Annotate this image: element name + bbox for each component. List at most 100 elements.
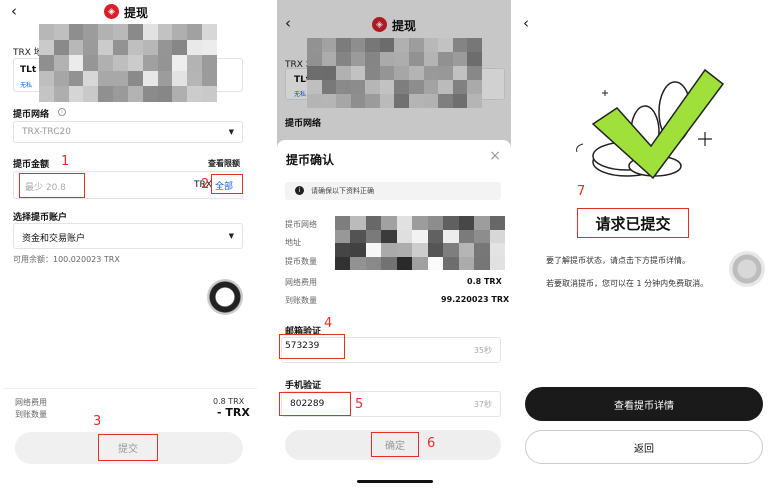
submit-button[interactable]: 提交 xyxy=(118,440,138,455)
network-select[interactable]: TRX-TRC20 ▼ xyxy=(13,121,243,143)
back-button[interactable]: ‹ xyxy=(523,14,529,32)
address-value: TLt xyxy=(20,65,37,75)
mosaic-cell xyxy=(68,55,84,71)
view-details-button[interactable]: 查看提币详情 xyxy=(525,387,763,421)
mosaic-cell xyxy=(172,24,188,40)
redacted-address-mosaic xyxy=(39,24,217,102)
mosaic-cell xyxy=(350,256,366,270)
confirm-modal: 提币确认 × i 请确保以下资料正确 提币网络 地址 提币数量 网络费用 0.8… xyxy=(277,140,511,490)
mosaic-cell xyxy=(427,229,444,243)
amount-input[interactable]: 最少 20.8 xyxy=(25,180,66,193)
mosaic-cell xyxy=(335,229,351,243)
mosaic-cell xyxy=(142,39,158,56)
mosaic-cell xyxy=(474,216,490,230)
mosaic-cell xyxy=(350,229,366,243)
close-icon[interactable]: × xyxy=(489,148,501,164)
mosaic-cell xyxy=(335,256,351,270)
available-balance: 可用余额：100.020023 TRX xyxy=(13,255,120,264)
annotation-6: 6 xyxy=(427,436,436,451)
mosaic-cell xyxy=(458,229,475,243)
mosaic-cell xyxy=(53,70,69,87)
return-button[interactable]: 返回 xyxy=(525,430,763,464)
mosaic-cell xyxy=(127,70,143,87)
mosaic-cell xyxy=(98,86,114,102)
account-select[interactable]: 资金和交易账户 ▼ xyxy=(13,223,243,249)
phone-timer: 37秒 xyxy=(473,400,492,409)
mosaic-cell xyxy=(157,24,173,40)
mosaic-cell xyxy=(202,39,217,56)
mosaic-cell xyxy=(39,24,54,40)
annotation-3: 3 xyxy=(93,414,102,429)
mosaic-cell xyxy=(98,55,114,71)
mosaic-cell xyxy=(458,256,475,270)
annotation-4: 4 xyxy=(324,316,333,331)
row-fee-label: 网络费用 xyxy=(285,278,317,287)
mosaic-cell xyxy=(412,256,428,270)
mosaic-cell xyxy=(113,24,128,40)
mosaic-cell xyxy=(443,229,459,243)
phone-verify-label: 手机验证 xyxy=(285,381,322,391)
mosaic-cell xyxy=(396,216,413,230)
page-title: 提现 xyxy=(124,6,149,20)
mosaic-cell xyxy=(427,256,444,270)
chevron-down-icon: ▼ xyxy=(228,128,234,136)
mosaic-cell xyxy=(172,39,188,56)
mosaic-cell xyxy=(127,86,143,102)
mosaic-cell xyxy=(187,55,203,71)
all-button[interactable]: 全部 xyxy=(215,179,233,192)
mosaic-cell xyxy=(172,55,188,71)
received-value: - TRX xyxy=(217,406,250,419)
assistive-touch-icon[interactable] xyxy=(729,251,765,287)
row-received-value: 99.220023 TRX xyxy=(441,295,510,304)
mosaic-cell xyxy=(53,86,69,102)
assistive-touch-icon[interactable] xyxy=(207,279,243,315)
view-limits-link[interactable]: 查看限额 xyxy=(208,158,240,169)
mosaic-cell xyxy=(489,256,505,270)
mosaic-cell xyxy=(98,39,114,56)
mosaic-cell xyxy=(142,24,158,40)
mosaic-cell xyxy=(202,70,217,87)
mosaic-cell xyxy=(83,86,99,102)
mosaic-cell xyxy=(412,243,428,257)
mosaic-cell xyxy=(53,39,69,56)
success-heading: 请求已提交 xyxy=(595,214,671,233)
mosaic-cell xyxy=(83,24,99,40)
mosaic-cell xyxy=(365,256,382,270)
mosaic-cell xyxy=(157,70,173,87)
chevron-down-icon: ▼ xyxy=(228,232,234,240)
mosaic-cell xyxy=(381,216,397,230)
mosaic-cell xyxy=(365,229,382,243)
phone-code-input[interactable]: 802289 xyxy=(290,399,324,409)
mosaic-cell xyxy=(187,86,203,102)
annotation-7: 7 xyxy=(577,184,586,199)
mosaic-cell xyxy=(53,24,69,40)
annotation-1: 1 xyxy=(61,154,70,169)
account-label: 选择提币账户 xyxy=(13,213,68,223)
email-code-input[interactable]: 573239 xyxy=(285,341,319,351)
withdraw-screen: ‹ ◈ 提现 TRX 地 TLt 无私 提币网络 i TRX-TRC20 ▼ 提… xyxy=(3,0,257,490)
mosaic-cell xyxy=(443,216,459,230)
mosaic-cell xyxy=(83,39,99,56)
mosaic-cell xyxy=(127,55,143,71)
mosaic-cell xyxy=(68,70,84,87)
mosaic-cell xyxy=(187,70,203,87)
mosaic-cell xyxy=(202,55,217,71)
home-indicator xyxy=(357,480,433,483)
mosaic-cell xyxy=(202,86,217,102)
row-amount-label: 提币数量 xyxy=(285,257,317,266)
address-tag: 无私 xyxy=(20,82,33,89)
mosaic-cell xyxy=(157,55,173,71)
annotation-box-all: 全部 xyxy=(211,174,243,194)
mosaic-cell xyxy=(113,86,128,102)
back-button[interactable]: ‹ xyxy=(11,2,17,20)
mosaic-cell xyxy=(157,86,173,102)
mosaic-cell xyxy=(381,229,397,243)
mosaic-cell xyxy=(83,70,99,87)
mosaic-cell xyxy=(489,229,505,243)
confirm-button[interactable]: 确定 xyxy=(385,437,405,452)
mosaic-cell xyxy=(443,243,459,257)
mosaic-cell xyxy=(187,39,203,56)
row-received-label: 到账数量 xyxy=(285,296,317,305)
mosaic-cell xyxy=(381,243,397,257)
amount-label: 提币金额 xyxy=(13,160,50,170)
